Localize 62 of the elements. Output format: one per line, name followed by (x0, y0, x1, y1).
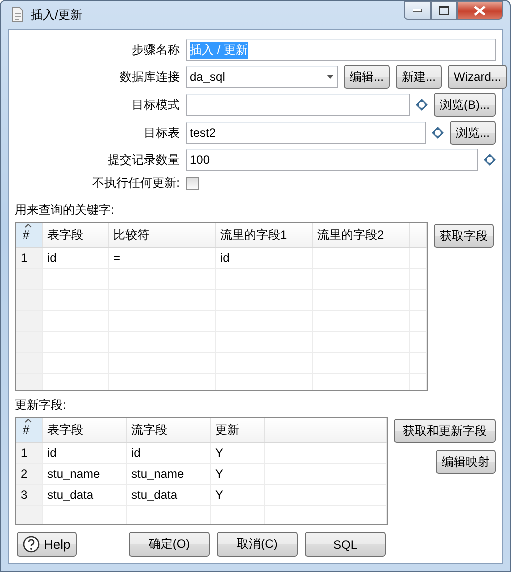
field-label: 目标表 (143, 124, 180, 142)
table-cell: Y (210, 464, 264, 484)
field-label: 数据库连接 (119, 68, 180, 86)
column-header: 比较符 (108, 223, 215, 248)
section-label: 用来查询的关键字: (15, 202, 114, 219)
dialog-button[interactable]: 确定(O) (129, 532, 210, 557)
field-label: 不执行任何更新: (92, 175, 180, 192)
help-icon (23, 536, 40, 553)
column-header: 流里的字段2 (312, 223, 409, 248)
close-icon (474, 6, 486, 16)
field-label: 步骤名称 (131, 42, 180, 58)
maximize-button[interactable] (431, 1, 457, 20)
close-button[interactable] (457, 1, 503, 20)
sort-caret-icon (25, 419, 32, 423)
table-cell: stu_data (42, 484, 126, 506)
window-title: 插入/更新 (31, 6, 82, 24)
text-field[interactable]: 100 (186, 149, 478, 171)
sort-caret-icon (25, 224, 32, 228)
minimize-icon (413, 9, 422, 12)
row-number: 3 (16, 484, 42, 506)
dropdown-field[interactable]: da_sql (186, 66, 338, 88)
table-cell: id (42, 442, 126, 464)
table-cell: id (215, 248, 312, 268)
column-header: # (23, 228, 30, 242)
app-icon (11, 7, 25, 23)
column-header: # (23, 423, 30, 437)
table-cell: id (42, 248, 108, 268)
field-label: 提交记录数量 (107, 152, 180, 168)
table-cell: stu_name (42, 464, 126, 484)
text-field[interactable] (186, 94, 410, 116)
column-header: 流里的字段1 (215, 223, 312, 248)
action-button[interactable]: Wizard... (448, 65, 508, 89)
column-header: 流字段 (126, 418, 210, 442)
help-button[interactable]: Help (17, 532, 77, 557)
action-button[interactable]: 编辑... (344, 65, 390, 89)
field-label: 目标模式 (131, 96, 180, 114)
table-cell: Y (210, 484, 264, 506)
text-field[interactable]: test2 (186, 122, 426, 144)
column-header: 表字段 (42, 223, 108, 248)
table-cell: stu_name (126, 464, 210, 484)
table-cell: Y (210, 442, 264, 464)
table-cell: = (108, 248, 215, 268)
table-cell: stu_data (126, 484, 210, 506)
row-number: 2 (16, 464, 42, 484)
action-button[interactable]: 浏览(B)... (434, 93, 496, 117)
table-cell: id (126, 442, 210, 464)
checkbox[interactable] (186, 177, 199, 190)
row-number: 1 (16, 442, 42, 464)
dropdown-arrow-icon (327, 75, 334, 79)
action-button[interactable]: 获取字段 (434, 224, 494, 248)
dialog-button[interactable]: SQL (305, 532, 386, 557)
maximize-icon (439, 6, 449, 15)
action-button[interactable]: 浏览... (450, 121, 496, 145)
column-header: 表字段 (42, 418, 126, 442)
action-button[interactable]: 获取和更新字段 (394, 419, 496, 443)
minimize-button[interactable] (404, 1, 431, 20)
section-label: 更新字段: (15, 397, 66, 414)
action-button[interactable]: 编辑映射 (436, 450, 496, 474)
action-button[interactable]: 新建... (396, 65, 442, 89)
column-header: 更新 (210, 418, 264, 442)
row-number: 1 (16, 248, 42, 268)
dialog-button[interactable]: 取消(C) (217, 532, 298, 557)
